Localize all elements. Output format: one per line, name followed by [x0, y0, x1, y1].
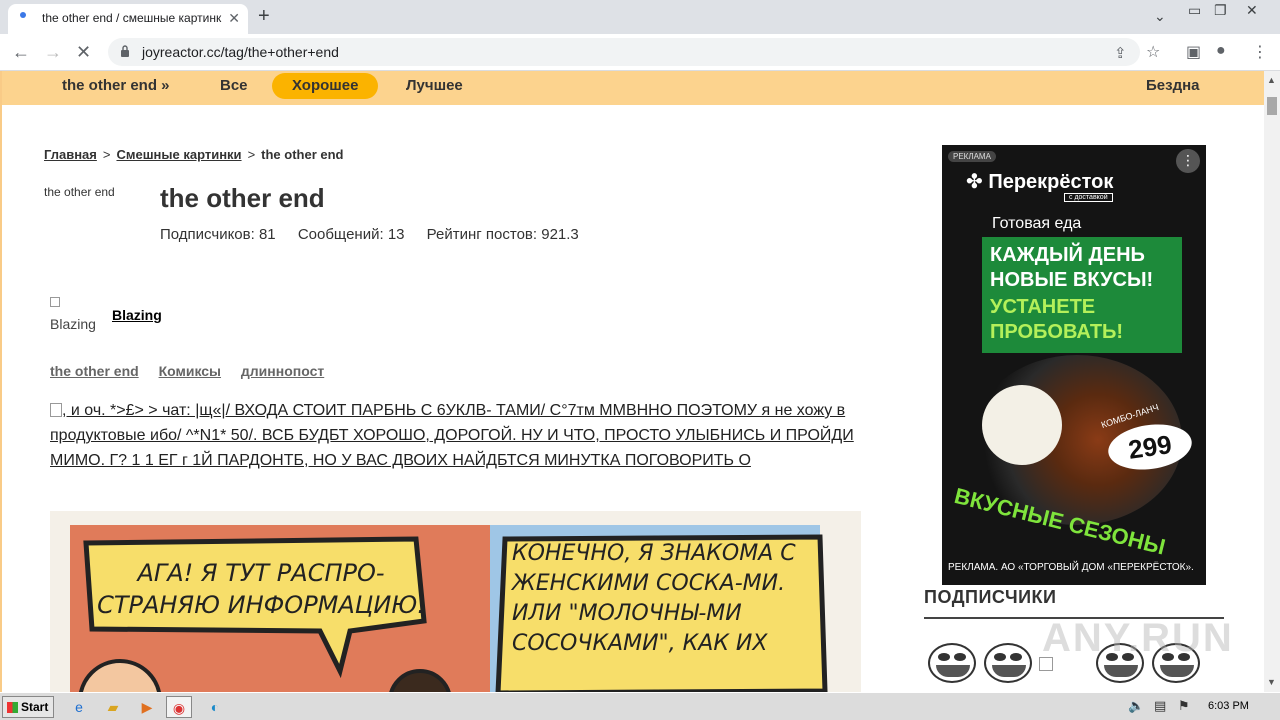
- nav-good[interactable]: Хорошее: [272, 73, 379, 99]
- post-tag[interactable]: Комиксы: [159, 363, 221, 379]
- back-icon[interactable]: ←: [12, 42, 30, 63]
- start-button[interactable]: Start: [2, 696, 54, 718]
- stop-loading-icon[interactable]: ✕: [76, 42, 91, 63]
- breadcrumb-home[interactable]: Главная: [44, 147, 97, 162]
- posts-count: Сообщений: 13: [297, 226, 405, 243]
- breadcrumb-sep: >: [102, 147, 111, 162]
- nav-best[interactable]: Лучшее: [406, 73, 463, 99]
- breadcrumb-section[interactable]: Смешные картинки: [116, 147, 241, 162]
- posts-rating: Рейтинг постов: 921.3: [426, 226, 579, 243]
- profile-icon[interactable]: ●: [1216, 42, 1226, 60]
- tab-title: the other end / смешные картинки: [42, 11, 222, 25]
- top-navigation: the other end » Все Хорошее Лучшее Бездн…: [2, 71, 1264, 105]
- scroll-down-icon[interactable]: ▼: [1267, 677, 1276, 687]
- broken-image-icon: [50, 297, 60, 307]
- close-window-icon[interactable]: ✕: [1246, 2, 1258, 19]
- broken-image-icon: [50, 403, 62, 417]
- ad-headline2: УСТАНЕТЕ ПРОБОВАТЬ!: [990, 296, 1124, 343]
- nav-tag-link[interactable]: the other end »: [62, 73, 170, 99]
- explorer-folder-icon[interactable]: ▰: [100, 696, 126, 718]
- post-tag[interactable]: the other end: [50, 363, 139, 379]
- breadcrumb: Главная > Смешные картинки > the other end: [44, 147, 344, 162]
- tag-image: the other end: [44, 185, 115, 199]
- advertisement-banner[interactable]: РЕКЛАМА ⋮ ✤ Перекрёсток с доставкой Гото…: [942, 145, 1206, 585]
- bookmark-star-icon[interactable]: ☆: [1146, 42, 1160, 62]
- breadcrumb-current: the other end: [261, 147, 344, 162]
- tag-stats: Подписчиков: 81 Сообщений: 13 Рейтинг по…: [160, 226, 597, 243]
- browser-toolbar: ← → ✕ joyreactor.cc/tag/the+other+end ⇪ …: [0, 34, 1280, 71]
- subscribers-heading: ПОДПИСЧИКИ: [924, 587, 1057, 607]
- scrollbar-thumb[interactable]: [1267, 97, 1277, 115]
- subscriber-avatar[interactable]: [928, 643, 976, 683]
- loading-favicon-icon: [20, 12, 26, 18]
- avatar-alt: Blazing: [50, 316, 96, 332]
- address-bar[interactable]: joyreactor.cc/tag/the+other+end ⇪: [108, 38, 1140, 66]
- ad-brand-name: Перекрёсток: [988, 171, 1114, 193]
- ad-options-icon[interactable]: ⋮: [1176, 149, 1200, 173]
- scroll-up-icon[interactable]: ▲: [1267, 75, 1276, 85]
- web-page: the other end » Все Хорошее Лучшее Бездн…: [0, 71, 1264, 692]
- ad-rice-image: [982, 385, 1062, 465]
- post-tags: the other end Комиксы длиннопост: [50, 363, 340, 379]
- ie-icon[interactable]: e: [66, 696, 92, 718]
- breadcrumb-sep: >: [247, 147, 256, 162]
- post-tag[interactable]: длиннопост: [241, 363, 324, 379]
- post-image-alt-text[interactable]: , и оч. *>£> > чат: |щ«|/ ВХОДА СТОИТ ПА…: [50, 398, 860, 473]
- network-icon[interactable]: ▤: [1154, 698, 1166, 714]
- ad-brand-sub: с доставкой: [1064, 193, 1113, 202]
- windows-logo-icon: [7, 702, 18, 713]
- comic-speech-bubble: АГА! Я ТУТ РАСПРО-СТРАНЯЮ ИНФОРМАЦИЮ.: [97, 559, 425, 619]
- ad-ready-food: Готовая еда: [992, 215, 1082, 232]
- tab-strip: the other end / смешные картинки ✕ + ⌄ ▭…: [0, 0, 1280, 34]
- side-panel-icon[interactable]: ▣: [1186, 42, 1201, 62]
- url-text: joyreactor.cc/tag/the+other+end: [142, 44, 339, 60]
- post-text: , и оч. *>£> > чат: |щ«|/ ВХОДА СТОИТ ПА…: [50, 402, 854, 469]
- volume-icon[interactable]: 🔈: [1128, 698, 1144, 714]
- forward-icon[interactable]: →: [44, 42, 62, 63]
- start-label: Start: [21, 700, 49, 714]
- lock-icon: [121, 45, 129, 57]
- restore-icon[interactable]: ❐: [1214, 2, 1227, 19]
- windows-taskbar: Start e ▰ ▶ ◉ ◐ 🔈 ▤ ⚑ 6:03 PM: [0, 692, 1280, 720]
- clover-icon: ✤: [966, 171, 983, 193]
- nav-abyss[interactable]: Бездна: [1146, 73, 1200, 99]
- tab-search-icon[interactable]: ⌄: [1154, 8, 1166, 25]
- ad-headline: КАЖДЫЙ ДЕНЬ НОВЫЕ ВКУСЫ!: [990, 244, 1154, 291]
- browser-tab[interactable]: the other end / смешные картинки ✕: [8, 4, 248, 34]
- chrome-icon[interactable]: ◉: [166, 696, 192, 718]
- comic-speech-bubble: КОНЕЧНО, Я ЗНАКОМА С ЖЕНСКИМИ СОСКА-МИ. …: [512, 541, 796, 656]
- edge-icon[interactable]: ◐: [202, 696, 228, 718]
- vertical-scrollbar[interactable]: ▲ ▼: [1264, 71, 1280, 692]
- watermark: ANY.RUN: [1042, 616, 1234, 660]
- system-clock[interactable]: 6:03 PM: [1208, 700, 1249, 712]
- new-tab-icon[interactable]: +: [258, 5, 270, 28]
- subscriber-avatar[interactable]: [984, 643, 1032, 683]
- nav-all[interactable]: Все: [220, 73, 248, 99]
- avatar[interactable]: Blazing: [50, 297, 106, 333]
- action-center-flag-icon[interactable]: ⚑: [1178, 698, 1190, 714]
- menu-dots-icon[interactable]: ⋮: [1252, 42, 1268, 62]
- minimize-icon[interactable]: ▭: [1188, 2, 1201, 19]
- comic-image[interactable]: АГА! Я ТУТ РАСПРО-СТРАНЯЮ ИНФОРМАЦИЮ. КО…: [50, 511, 861, 692]
- subscribers-count: Подписчиков: 81: [160, 226, 276, 243]
- media-player-icon[interactable]: ▶: [134, 696, 160, 718]
- ad-label: РЕКЛАМА: [948, 151, 996, 162]
- ad-brand: ✤ Перекрёсток: [966, 169, 1113, 194]
- close-tab-icon[interactable]: ✕: [228, 10, 240, 27]
- share-icon[interactable]: ⇪: [1114, 44, 1127, 62]
- post-author-link[interactable]: Blazing: [112, 307, 162, 323]
- page-title: the other end: [160, 183, 325, 213]
- ad-footer: РЕКЛАМА. АО «ТОРГОВЫЙ ДОМ «ПЕРЕКРЁСТОК».: [948, 562, 1194, 573]
